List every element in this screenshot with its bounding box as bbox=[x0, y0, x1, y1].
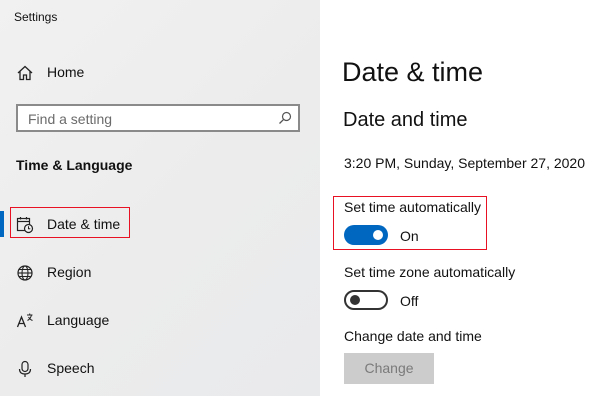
toggle-state-text: Off bbox=[400, 293, 419, 309]
set-time-zone-automatically-label: Set time zone automatically bbox=[344, 264, 516, 280]
sidebar-item-language[interactable]: Language bbox=[0, 303, 320, 339]
sidebar-item-speech[interactable]: Speech bbox=[0, 351, 320, 387]
search-placeholder: Find a setting bbox=[28, 111, 113, 127]
sidebar-item-label: Region bbox=[47, 264, 92, 280]
change-button[interactable]: Change bbox=[344, 353, 434, 384]
sidebar-item-label: Home bbox=[47, 64, 85, 80]
set-time-zone-automatically-toggle[interactable] bbox=[344, 290, 388, 310]
section-heading: Date and time bbox=[343, 109, 468, 131]
sidebar-item-label: Speech bbox=[47, 360, 95, 376]
current-datetime: 3:20 PM, Sunday, September 27, 2020 bbox=[344, 155, 586, 171]
setting-highlight-box bbox=[333, 196, 487, 250]
search-icon[interactable] bbox=[278, 111, 292, 125]
language-icon bbox=[16, 313, 33, 328]
sidebar: Settings Home Find a setting Time & Lang… bbox=[0, 0, 320, 396]
home-icon bbox=[17, 65, 33, 81]
app-title: Settings bbox=[14, 10, 58, 24]
globe-icon bbox=[17, 265, 33, 281]
main-panel: Date & time Date and time 3:20 PM, Sunda… bbox=[320, 0, 604, 396]
section-title: Time & Language bbox=[16, 157, 133, 173]
search-input[interactable]: Find a setting bbox=[16, 104, 300, 132]
selection-highlight-box bbox=[10, 207, 130, 238]
change-date-time-label: Change date and time bbox=[344, 328, 482, 344]
microphone-icon bbox=[18, 360, 32, 377]
sidebar-item-region[interactable]: Region bbox=[0, 255, 320, 291]
page-title: Date & time bbox=[342, 57, 484, 87]
sidebar-item-home[interactable]: Home bbox=[0, 55, 320, 91]
toggle-knob bbox=[350, 295, 360, 305]
sidebar-item-label: Language bbox=[47, 312, 110, 328]
